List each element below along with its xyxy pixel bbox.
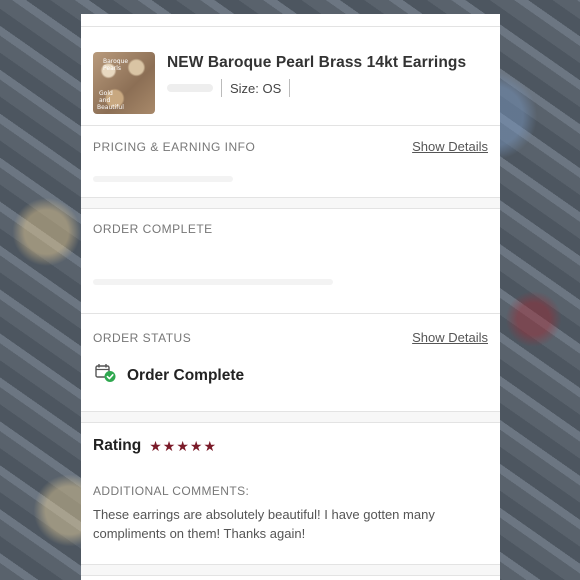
pricing-redacted xyxy=(81,154,500,187)
star-icon: ★ xyxy=(176,437,189,454)
order-status-show-details-link[interactable]: Show Details xyxy=(412,330,488,345)
thumb-text: Pearls xyxy=(103,65,122,72)
meta-separator xyxy=(289,79,291,97)
item-info: NEW Baroque Pearl Brass 14kt Earrings Si… xyxy=(167,52,466,125)
thumb-text: Beautiful xyxy=(97,104,124,111)
item-size: Size: OS xyxy=(230,80,282,96)
section-gap xyxy=(81,197,500,209)
star-icon: ★ xyxy=(189,437,203,454)
star-icon: ★ xyxy=(162,437,176,454)
item-thumbnail[interactable]: Baroque Pearls Gold and Beautiful xyxy=(93,52,155,114)
order-status-label: ORDER STATUS xyxy=(93,330,192,345)
comments-label: ADDITIONAL COMMENTS: xyxy=(93,484,250,498)
package-check-icon xyxy=(95,363,117,388)
order-complete-redacted xyxy=(81,236,500,290)
item-row[interactable]: Baroque Pearls Gold and Beautiful NEW Ba… xyxy=(81,27,500,125)
comments-text: These earrings are absolutely beautiful!… xyxy=(93,507,435,541)
redacted-brand xyxy=(167,84,213,92)
section-gap xyxy=(81,564,500,576)
star-rating: ★ ★ ★ ★ ★ xyxy=(149,438,217,455)
redacted-completion-text xyxy=(93,279,333,285)
pricing-header: PRICING & EARNING INFO Show Details xyxy=(81,139,500,154)
thumb-text: Gold xyxy=(99,90,113,97)
rating-label: Rating xyxy=(93,437,142,454)
order-complete-section: ORDER COMPLETE xyxy=(81,209,500,313)
thumb-text: Baroque xyxy=(103,58,129,65)
thumb-text: and xyxy=(99,97,111,104)
pricing-section: PRICING & EARNING INFO Show Details xyxy=(81,126,500,197)
star-icon: ★ xyxy=(149,437,162,454)
item-meta: Size: OS xyxy=(167,79,466,97)
pricing-label: PRICING & EARNING INFO xyxy=(93,139,256,154)
order-status-header: ORDER STATUS Show Details xyxy=(81,330,500,345)
status-line: Order Complete xyxy=(81,345,500,388)
redacted-pricing-text xyxy=(93,176,233,182)
pricing-show-details-link[interactable]: Show Details xyxy=(412,139,488,154)
order-details-card: Baroque Pearls Gold and Beautiful NEW Ba… xyxy=(81,14,500,580)
order-complete-label: ORDER COMPLETE xyxy=(93,222,213,236)
order-status-section: ORDER STATUS Show Details Order Complete xyxy=(81,314,500,411)
rating-section: Rating ★ ★ ★ ★ ★ ADDITIONAL COMMENTS: These … xyxy=(81,423,500,564)
section-gap xyxy=(81,411,500,423)
order-status-text: Order Complete xyxy=(127,366,245,384)
item-title[interactable]: NEW Baroque Pearl Brass 14kt Earrings xyxy=(167,54,466,72)
order-complete-header: ORDER COMPLETE xyxy=(81,222,500,236)
meta-separator xyxy=(221,79,222,97)
star-icon: ★ xyxy=(203,437,217,454)
rating-row: Rating ★ ★ ★ ★ ★ xyxy=(81,437,500,455)
